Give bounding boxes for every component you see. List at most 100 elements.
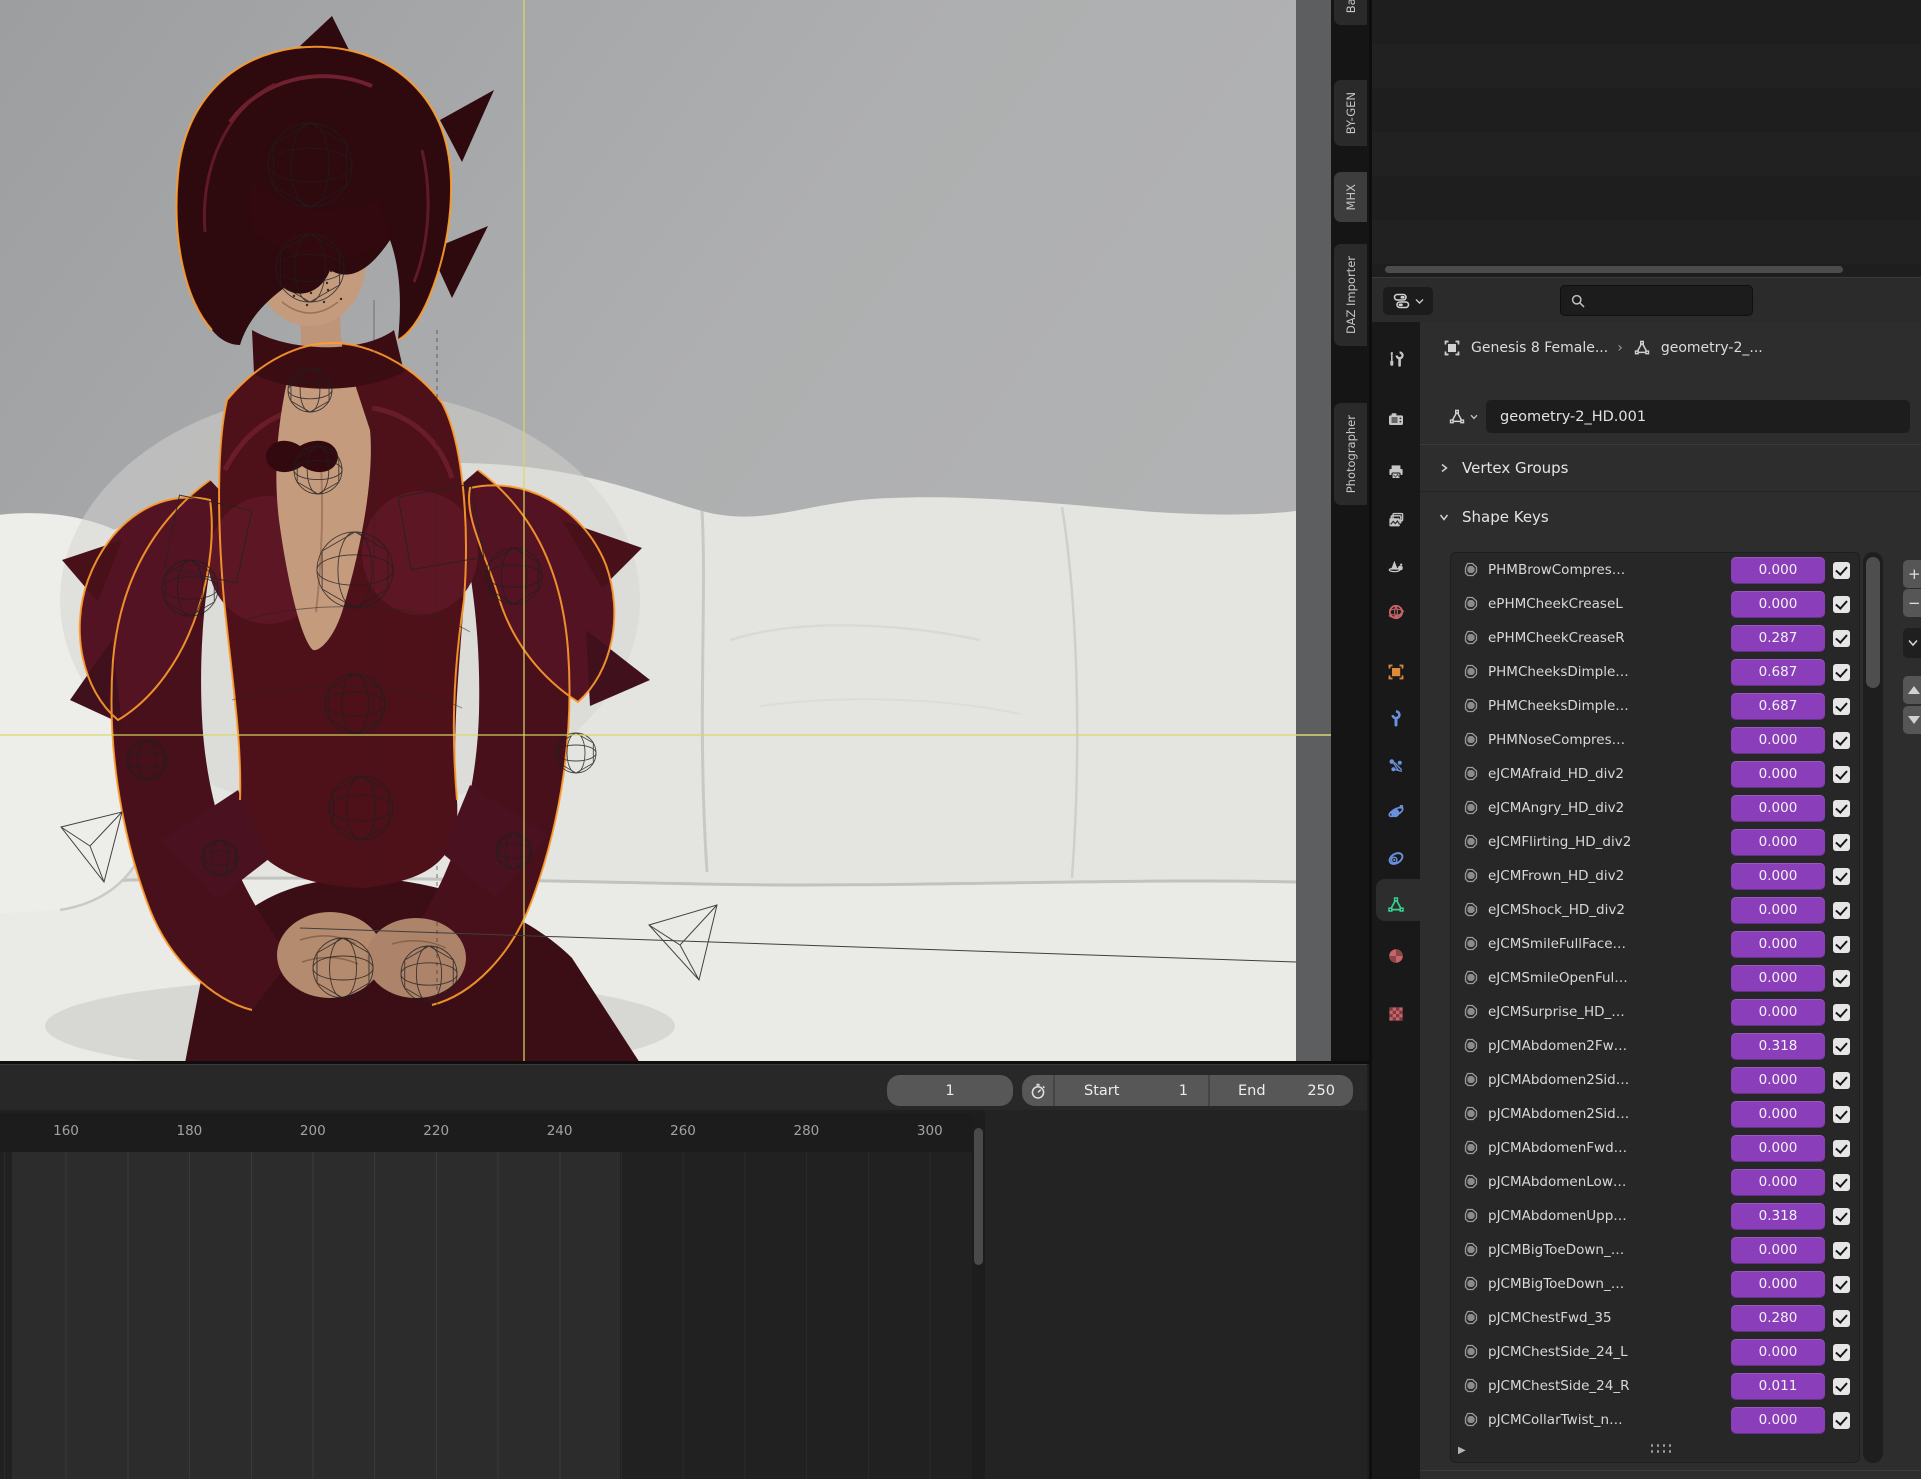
shape-key-row[interactable]: pJCMCollarTwist_n… 0.000 xyxy=(1451,1403,1859,1437)
search-input[interactable] xyxy=(1587,292,1741,309)
tab-tool-icon[interactable] xyxy=(1372,344,1420,374)
shape-key-name[interactable]: pJCMAbdomen2Sid… xyxy=(1488,1106,1723,1122)
shape-key-value-slider[interactable]: 0.000 xyxy=(1731,1067,1825,1094)
tab-output-icon[interactable] xyxy=(1372,457,1420,487)
shape-key-row[interactable]: pJCMAbdomen2Fw… 0.318 xyxy=(1451,1029,1859,1063)
shape-key-row[interactable]: pJCMChestSide_24_L 0.000 xyxy=(1451,1335,1859,1369)
shape-key-row[interactable]: eJCMSurprise_HD_… 0.000 xyxy=(1451,995,1859,1029)
end-frame-field[interactable]: End 250 xyxy=(1208,1075,1353,1106)
shape-key-row[interactable]: eJCMSmileOpenFul… 0.000 xyxy=(1451,961,1859,995)
current-frame-field[interactable]: 1 xyxy=(887,1075,1013,1106)
shape-key-value-slider[interactable]: 0.687 xyxy=(1731,693,1825,720)
shape-key-enabled-checkbox[interactable] xyxy=(1833,1344,1850,1361)
shape-key-name[interactable]: pJCMChestSide_24_L xyxy=(1488,1344,1723,1360)
3d-viewport[interactable] xyxy=(0,0,1296,1063)
tab-texture-icon[interactable] xyxy=(1372,999,1420,1029)
shape-key-value-slider[interactable]: 0.000 xyxy=(1731,761,1825,788)
shape-key-enabled-checkbox[interactable] xyxy=(1833,766,1850,783)
shape-key-row[interactable]: eJCMSmileFullFace… 0.000 xyxy=(1451,927,1859,961)
list-scrollbar[interactable] xyxy=(1863,552,1883,1463)
shape-key-enabled-checkbox[interactable] xyxy=(1833,1106,1850,1123)
shape-key-name[interactable]: eJCMSmileOpenFul… xyxy=(1488,970,1723,986)
shape-key-row[interactable]: pJCMBigToeDown_… 0.000 xyxy=(1451,1267,1859,1301)
shape-key-add-button[interactable]: + xyxy=(1903,560,1921,588)
shape-key-specials-menu-button[interactable] xyxy=(1903,628,1921,658)
shape-key-name[interactable]: pJCMChestSide_24_R xyxy=(1488,1378,1723,1394)
sidebar-category-tab[interactable]: Photographer xyxy=(1334,403,1367,505)
shape-key-value-slider[interactable]: 0.000 xyxy=(1731,1101,1825,1128)
shape-key-name[interactable]: pJCMAbdomenFwd… xyxy=(1488,1140,1723,1156)
shape-key-enabled-checkbox[interactable] xyxy=(1833,834,1850,851)
shape-key-enabled-checkbox[interactable] xyxy=(1833,936,1850,953)
datablock-selector-button[interactable] xyxy=(1438,400,1486,433)
shape-key-name[interactable]: ePHMCheekCreaseR xyxy=(1488,630,1723,646)
shape-key-value-slider[interactable]: 0.318 xyxy=(1731,1033,1825,1060)
shape-key-enabled-checkbox[interactable] xyxy=(1833,1140,1850,1157)
shape-key-value-slider[interactable]: 0.000 xyxy=(1731,557,1825,584)
shape-key-row[interactable]: eJCMAfraid_HD_div2 0.000 xyxy=(1451,757,1859,791)
shape-key-name[interactable]: pJCMAbdomenLow… xyxy=(1488,1174,1723,1190)
shape-key-enabled-checkbox[interactable] xyxy=(1833,1004,1850,1021)
shape-key-enabled-checkbox[interactable] xyxy=(1833,664,1850,681)
shape-key-row[interactable]: PHMNoseCompres… 0.000 xyxy=(1451,723,1859,757)
sidebar-category-tab[interactable]: Baga xyxy=(1334,0,1367,25)
shape-key-enabled-checkbox[interactable] xyxy=(1833,1208,1850,1225)
shape-key-enabled-checkbox[interactable] xyxy=(1833,562,1850,579)
shape-key-name[interactable]: pJCMAbdomenUpp… xyxy=(1488,1208,1723,1224)
datablock-name-field[interactable]: geometry-2_HD.001 xyxy=(1486,400,1910,433)
shape-key-row[interactable]: pJCMAbdomenLow… 0.000 xyxy=(1451,1165,1859,1199)
shape-key-move-down-button[interactable] xyxy=(1903,706,1921,734)
shape-key-name[interactable]: eJCMFlirting_HD_div2 xyxy=(1488,834,1723,850)
shape-key-enabled-checkbox[interactable] xyxy=(1833,868,1850,885)
shape-key-value-slider[interactable]: 0.000 xyxy=(1731,1271,1825,1298)
tab-modifiers-icon[interactable] xyxy=(1372,703,1420,733)
shape-key-value-slider[interactable]: 0.000 xyxy=(1731,863,1825,890)
shape-key-name[interactable]: PHMCheeksDimple… xyxy=(1488,664,1723,680)
shape-key-name[interactable]: eJCMFrown_HD_div2 xyxy=(1488,868,1723,884)
shape-key-row[interactable]: pJCMChestFwd_35 0.280 xyxy=(1451,1301,1859,1335)
shape-key-row[interactable]: PHMBrowCompres… 0.000 xyxy=(1451,553,1859,587)
editor-type-button[interactable] xyxy=(1383,287,1433,315)
shape-key-enabled-checkbox[interactable] xyxy=(1833,1038,1850,1055)
tab-object-icon[interactable] xyxy=(1372,657,1420,687)
breadcrumb-data[interactable]: geometry-2_... xyxy=(1661,340,1763,356)
shape-key-name[interactable]: pJCMBigToeDown_… xyxy=(1488,1242,1723,1258)
shape-key-value-slider[interactable]: 0.000 xyxy=(1731,1237,1825,1264)
preview-range-button[interactable] xyxy=(1022,1075,1053,1106)
tab-constraints-icon[interactable] xyxy=(1372,843,1420,873)
shape-key-enabled-checkbox[interactable] xyxy=(1833,1378,1850,1395)
shape-key-enabled-checkbox[interactable] xyxy=(1833,596,1850,613)
shape-key-name[interactable]: PHMBrowCompres… xyxy=(1488,562,1723,578)
tab-object-data-icon[interactable] xyxy=(1372,890,1420,920)
tab-render-icon[interactable] xyxy=(1372,404,1420,434)
shape-key-row[interactable]: pJCMBigToeDown_… 0.000 xyxy=(1451,1233,1859,1267)
shape-key-remove-button[interactable]: − xyxy=(1903,589,1921,617)
shape-key-name[interactable]: eJCMShock_HD_div2 xyxy=(1488,902,1723,918)
start-frame-field[interactable]: Start 1 xyxy=(1053,1075,1208,1106)
shape-key-row[interactable]: pJCMAbdomen2Sid… 0.000 xyxy=(1451,1063,1859,1097)
shape-key-value-slider[interactable]: 0.000 xyxy=(1731,829,1825,856)
horizontal-scrollbar[interactable] xyxy=(1385,266,1843,273)
shape-key-value-slider[interactable]: 0.280 xyxy=(1731,1305,1825,1332)
shape-key-row[interactable]: eJCMAngry_HD_div2 0.000 xyxy=(1451,791,1859,825)
shape-key-enabled-checkbox[interactable] xyxy=(1833,902,1850,919)
shape-key-row[interactable]: PHMCheeksDimple… 0.687 xyxy=(1451,689,1859,723)
tab-view-layer-icon[interactable] xyxy=(1372,505,1420,535)
shape-key-value-slider[interactable]: 0.000 xyxy=(1731,1407,1825,1434)
tab-physics-icon[interactable] xyxy=(1372,797,1420,827)
scrollbar-thumb[interactable] xyxy=(974,1128,983,1265)
list-resize-grip[interactable] xyxy=(1651,1444,1675,1456)
shape-key-enabled-checkbox[interactable] xyxy=(1833,970,1850,987)
shape-key-row[interactable]: eJCMFrown_HD_div2 0.000 xyxy=(1451,859,1859,893)
list-scrollbar-thumb[interactable] xyxy=(1866,557,1880,688)
shape-key-row[interactable]: PHMCheeksDimple… 0.687 xyxy=(1451,655,1859,689)
shape-key-enabled-checkbox[interactable] xyxy=(1833,1174,1850,1191)
vertex-groups-panel-header[interactable]: Vertex Groups xyxy=(1420,444,1921,492)
shape-key-name[interactable]: ePHMCheekCreaseL xyxy=(1488,596,1723,612)
timeline-vertical-scrollbar[interactable] xyxy=(972,1113,985,1479)
shape-key-enabled-checkbox[interactable] xyxy=(1833,1412,1850,1429)
shape-key-value-slider[interactable]: 0.000 xyxy=(1731,1339,1825,1366)
tab-material-icon[interactable] xyxy=(1372,941,1420,971)
shape-key-name[interactable]: pJCMAbdomen2Sid… xyxy=(1488,1072,1723,1088)
sidebar-category-tab[interactable]: DAZ Importer xyxy=(1334,244,1367,346)
